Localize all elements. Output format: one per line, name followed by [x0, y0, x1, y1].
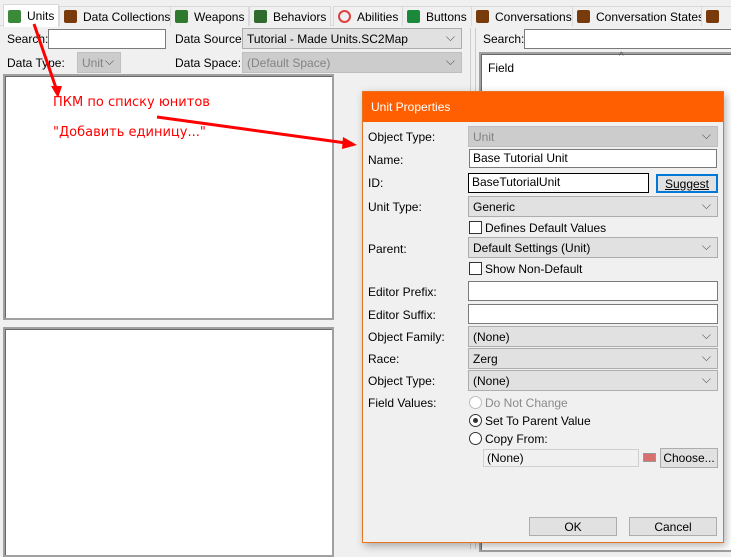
object-type-select[interactable]: Unit — [468, 126, 718, 147]
copy-from-field: (None) — [483, 449, 639, 467]
radio-copy-from[interactable] — [469, 432, 482, 445]
arrowhead-icon — [51, 86, 62, 98]
clear-icon[interactable] — [643, 453, 656, 462]
parent-select[interactable]: Default Settings (Unit) — [468, 237, 718, 258]
ok-button[interactable]: OK — [529, 517, 617, 536]
object-family-select[interactable]: (None) — [468, 326, 718, 347]
dialog-title[interactable]: Unit Properties — [363, 92, 723, 122]
name-label: Name: — [368, 153, 404, 167]
choose-button[interactable]: Choose... — [660, 448, 718, 468]
unit-type-select[interactable]: Generic — [468, 196, 718, 217]
arrow-to-units-tab — [32, 23, 58, 89]
id-label: ID: — [368, 176, 384, 190]
race-label: Race: — [368, 352, 400, 366]
object-type2-label: Object Type: — [368, 374, 436, 388]
show-non-default-checkbox[interactable] — [469, 262, 482, 275]
editor-prefix-label: Editor Prefix: — [368, 285, 437, 299]
editor-prefix-input[interactable] — [468, 281, 718, 301]
suggest-button[interactable]: Suggest — [656, 174, 718, 193]
field-values-label: Field Values: — [368, 396, 437, 410]
race-select[interactable]: Zerg — [468, 348, 718, 369]
do-not-change-label: Do Not Change — [485, 396, 568, 410]
name-input[interactable]: Base Tutorial Unit — [469, 149, 717, 168]
object-type2-select[interactable]: (None) — [468, 370, 718, 391]
editor-suffix-input[interactable] — [468, 304, 718, 324]
defines-default-label: Defines Default Values — [485, 221, 607, 235]
defines-default-checkbox[interactable] — [469, 221, 482, 234]
object-type-label: Object Type: — [368, 130, 436, 144]
radio-set-parent-value[interactable] — [469, 414, 482, 427]
id-input[interactable]: BaseTutorialUnit — [468, 173, 649, 193]
radio-do-not-change[interactable] — [469, 396, 482, 409]
show-non-default-label: Show Non-Default — [485, 262, 583, 276]
copy-from-label: Copy From: — [485, 432, 548, 446]
unit-properties-dialog: Unit Properties Object Type: Unit Name: … — [362, 91, 724, 543]
arrowhead-icon — [342, 137, 357, 149]
parent-label: Parent: — [368, 242, 407, 256]
set-parent-label: Set To Parent Value — [485, 414, 591, 428]
object-family-label: Object Family: — [368, 330, 445, 344]
cancel-button[interactable]: Cancel — [629, 517, 717, 536]
editor-suffix-label: Editor Suffix: — [368, 308, 436, 322]
arrow-to-dialog — [156, 115, 347, 145]
unit-type-label: Unit Type: — [368, 200, 422, 214]
